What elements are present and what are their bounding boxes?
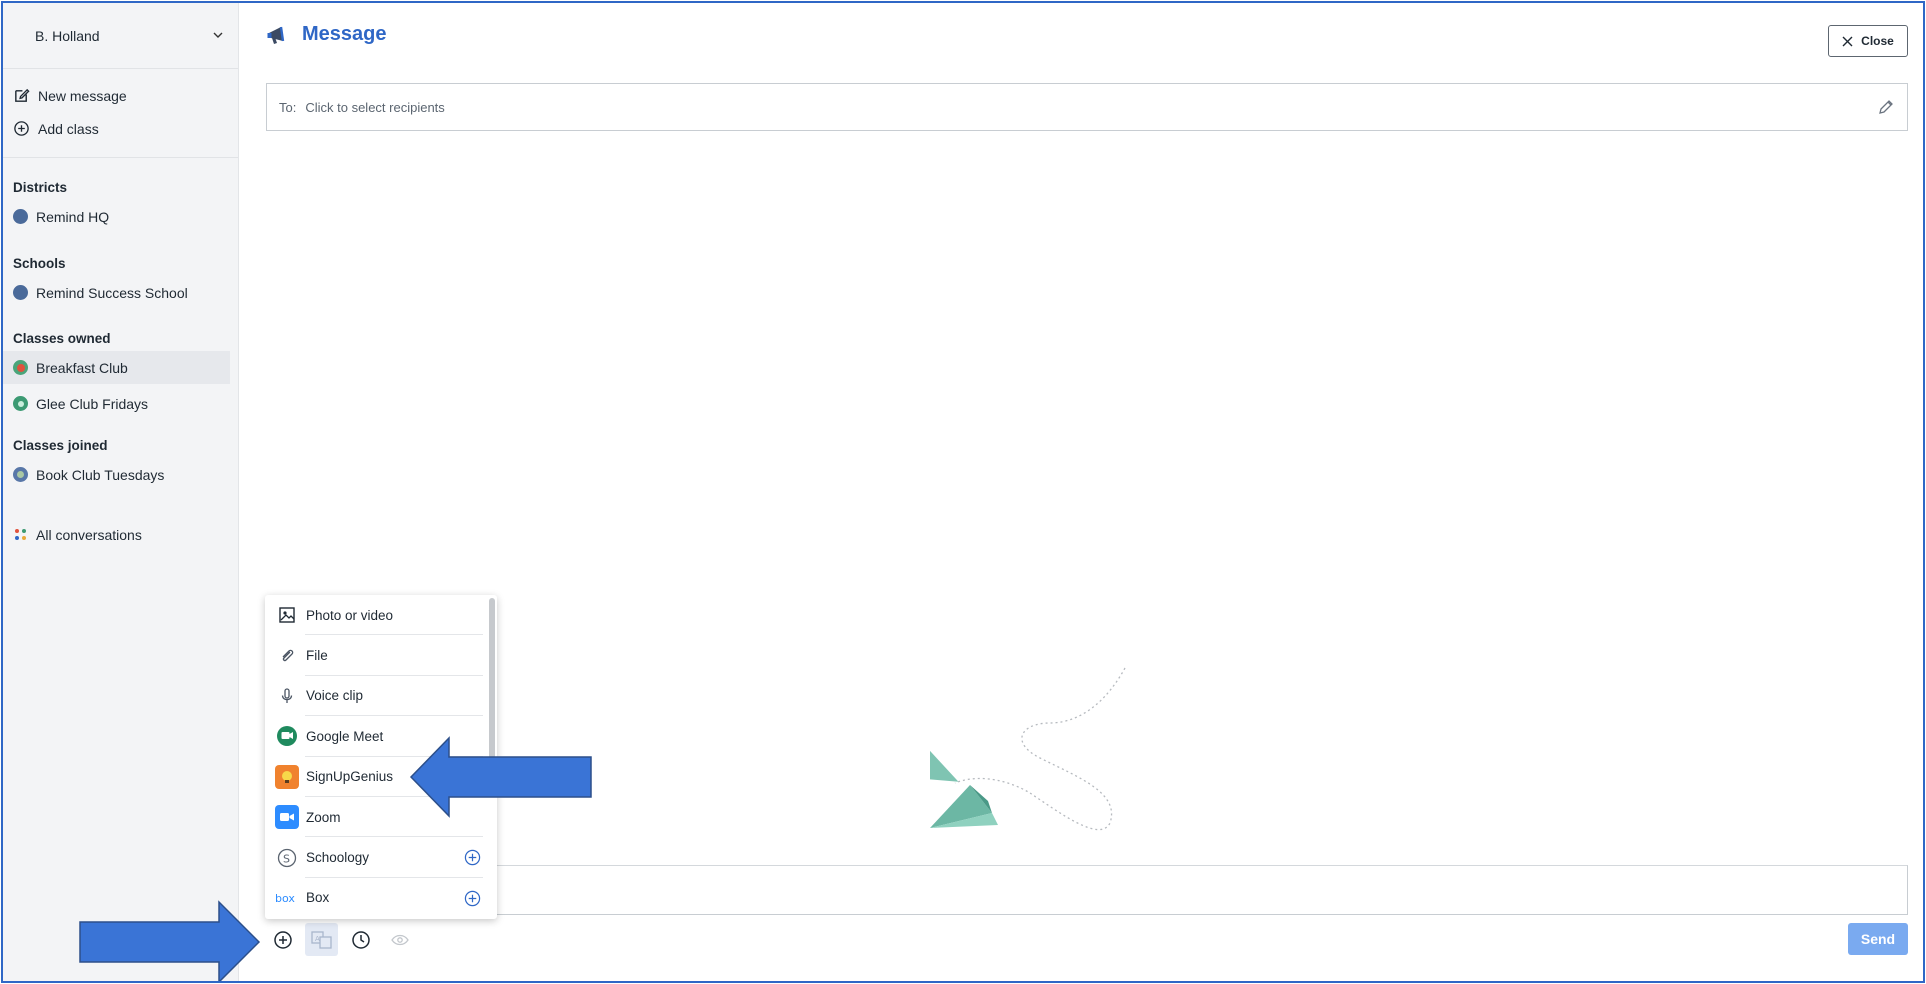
menu-item-file[interactable]: File (265, 635, 497, 676)
image-icon (275, 603, 299, 627)
translate-button[interactable]: A (305, 923, 338, 956)
sidebar-item-label: Glee Club Fridays (36, 395, 149, 412)
menu-item-label: Voice clip (306, 688, 364, 704)
menu-item-label: Schoology (306, 850, 370, 866)
megaphone-icon (267, 26, 285, 44)
sidebar-item-all-conversations[interactable]: All conversations (3, 518, 238, 551)
svg-text:box: box (275, 892, 295, 905)
menu-item-label: File (306, 648, 328, 664)
menu-item-voice-clip[interactable]: Voice clip (265, 676, 497, 717)
menu-item-box[interactable]: box Box (265, 878, 497, 918)
plus-circle-icon (14, 121, 29, 136)
menu-item-label: Google Meet (306, 728, 384, 744)
message-input[interactable] (266, 865, 1908, 915)
sidebar-item-remind-hq[interactable]: Remind HQ (3, 200, 238, 233)
close-label: Close (1861, 34, 1894, 48)
sidebar-item-glee-club-fridays[interactable]: Glee Club Fridays (3, 387, 238, 420)
new-message-button[interactable]: New message (3, 79, 238, 112)
menu-item-schoology[interactable]: S Schoology (265, 837, 497, 878)
add-class-label: Add class (38, 120, 99, 137)
sidebar-item-label: Remind Success School (36, 284, 188, 301)
user-name: B. Holland (35, 27, 100, 44)
recipients-field[interactable]: To: Click to select recipients (266, 83, 1908, 131)
menu-item-photo-or-video[interactable]: Photo or video (265, 595, 497, 636)
compose-toolbar: A (266, 923, 416, 956)
menu-item-label: SignUpGenius (306, 769, 394, 785)
message-title: Message (302, 23, 387, 45)
menu-item-label: Zoom (306, 809, 341, 825)
new-message-label: New message (38, 87, 127, 104)
preview-button[interactable] (383, 923, 416, 956)
box-icon: box (275, 886, 299, 910)
sidebar-item-breakfast-club[interactable]: Breakfast Club (3, 351, 230, 384)
classes-owned-heading: Classes owned (13, 331, 111, 346)
sidebar: B. Holland New message Add class Distric… (3, 3, 239, 981)
zoom-icon (275, 805, 299, 830)
eye-icon (390, 934, 409, 945)
schools-heading: Schools (13, 256, 66, 271)
schedule-button[interactable] (344, 923, 377, 956)
account-switcher[interactable]: B. Holland (3, 3, 238, 69)
music-class-icon (13, 396, 28, 411)
all-conversations-icon (13, 527, 28, 542)
svg-text:A: A (315, 935, 320, 943)
microphone-icon (275, 684, 299, 708)
annotation-arrow-left-icon (409, 736, 592, 818)
close-button[interactable]: Close (1828, 25, 1908, 57)
signupgenius-icon (275, 764, 299, 789)
recipients-placeholder: Click to select recipients (305, 99, 445, 115)
classes-joined-heading: Classes joined (13, 438, 108, 453)
google-meet-icon (275, 724, 299, 748)
add-integration-icon[interactable] (464, 890, 481, 907)
to-label: To: (279, 99, 297, 115)
apple-class-icon (13, 360, 28, 375)
page-title: Message (266, 23, 387, 46)
chevron-down-icon (213, 32, 223, 38)
menu-item-label: Photo or video (306, 607, 394, 623)
sidebar-item-label: All conversations (36, 526, 142, 543)
send-button[interactable]: Send (1848, 923, 1908, 955)
add-class-button[interactable]: Add class (3, 112, 238, 145)
paperclip-icon (275, 644, 299, 668)
globe-class-icon (13, 467, 28, 482)
close-icon (1842, 36, 1853, 46)
sidebar-item-label: Book Club Tuesdays (36, 466, 165, 483)
schoology-icon: S (275, 846, 299, 870)
district-icon (13, 209, 28, 224)
compose-icon (15, 88, 30, 102)
districts-heading: Districts (13, 180, 68, 195)
svg-text:S: S (283, 852, 290, 865)
plus-circle-icon (273, 930, 292, 949)
attach-button[interactable] (266, 923, 299, 956)
sidebar-item-label: Breakfast Club (36, 359, 128, 376)
pencil-icon[interactable] (1877, 98, 1895, 116)
add-integration-icon[interactable] (464, 849, 481, 866)
app-window: B. Holland New message Add class Distric… (1, 1, 1925, 983)
menu-item-label: Box (306, 890, 330, 906)
clock-icon (351, 930, 370, 949)
annotation-arrow-right-icon (79, 900, 261, 981)
sidebar-item-remind-success-school[interactable]: Remind Success School (3, 276, 238, 309)
paper-plane-illustration (930, 667, 1126, 831)
sidebar-item-book-club-tuesdays[interactable]: Book Club Tuesdays (3, 458, 238, 491)
translate-icon: A (310, 930, 332, 949)
sidebar-item-label: Remind HQ (36, 208, 110, 225)
school-icon (13, 285, 28, 300)
